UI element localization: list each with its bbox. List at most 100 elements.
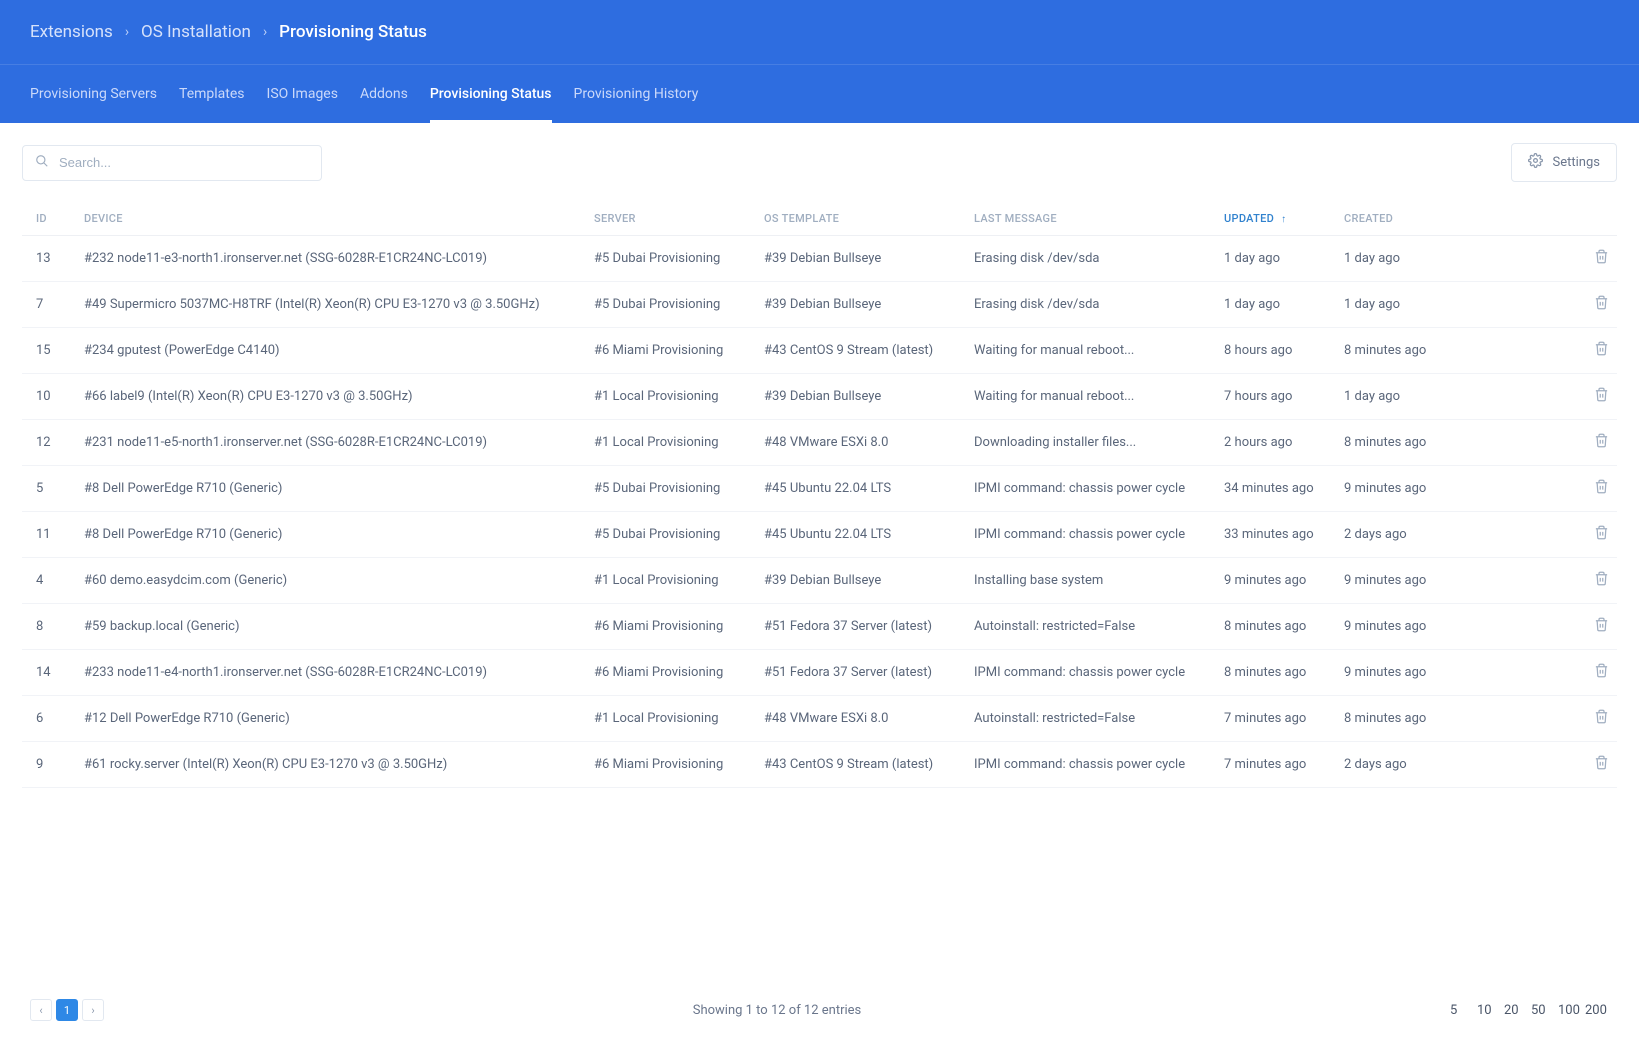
col-actions <box>1470 202 1617 236</box>
cell-device: #49 Supermicro 5037MC-H8TRF (Intel(R) Xe… <box>70 282 580 328</box>
page-size-button[interactable]: 5 <box>1450 1003 1474 1018</box>
cell-created: 9 minutes ago <box>1330 558 1470 604</box>
cell-server: #6 Miami Provisioning <box>580 328 750 374</box>
tab-provisioning-status[interactable]: Provisioning Status <box>430 65 552 123</box>
table-row[interactable]: 8#59 backup.local (Generic)#6 Miami Prov… <box>22 604 1617 650</box>
chevron-right-icon: › <box>263 24 267 40</box>
trash-icon <box>1594 341 1609 360</box>
page-size-button[interactable]: 20 <box>1504 1003 1528 1018</box>
sort-asc-icon: ↑ <box>1281 214 1286 225</box>
table-row[interactable]: 14#233 node11-e4-north1.ironserver.net (… <box>22 650 1617 696</box>
table-row[interactable]: 4#60 demo.easydcim.com (Generic)#1 Local… <box>22 558 1617 604</box>
delete-button[interactable] <box>1594 433 1609 452</box>
delete-button[interactable] <box>1594 341 1609 360</box>
cell-updated: 1 day ago <box>1210 282 1330 328</box>
toolbar: Settings <box>22 143 1617 182</box>
page-prev-button[interactable]: ‹ <box>30 999 52 1021</box>
trash-icon <box>1594 617 1609 636</box>
delete-button[interactable] <box>1594 525 1609 544</box>
table-row[interactable]: 9#61 rocky.server (Intel(R) Xeon(R) CPU … <box>22 742 1617 788</box>
cell-id: 7 <box>22 282 70 328</box>
tab-addons[interactable]: Addons <box>360 65 408 123</box>
delete-button[interactable] <box>1594 571 1609 590</box>
page-size-button[interactable]: 100 <box>1558 1003 1582 1018</box>
col-os-template[interactable]: OS TEMPLATE <box>750 202 960 236</box>
cell-device: #12 Dell PowerEdge R710 (Generic) <box>70 696 580 742</box>
delete-button[interactable] <box>1594 295 1609 314</box>
col-created[interactable]: CREATED <box>1330 202 1470 236</box>
breadcrumb-item[interactable]: Extensions <box>30 22 113 42</box>
cell-id: 13 <box>22 236 70 282</box>
cell-last-message: Autoinstall: restricted=False <box>960 696 1210 742</box>
tab-iso-images[interactable]: ISO Images <box>267 65 338 123</box>
delete-button[interactable] <box>1594 479 1609 498</box>
cell-updated: 34 minutes ago <box>1210 466 1330 512</box>
delete-button[interactable] <box>1594 249 1609 268</box>
search-box[interactable] <box>22 145 322 181</box>
cell-id: 4 <box>22 558 70 604</box>
col-id[interactable]: ID <box>22 202 70 236</box>
table-row[interactable]: 11#8 Dell PowerEdge R710 (Generic)#5 Dub… <box>22 512 1617 558</box>
cell-updated: 7 minutes ago <box>1210 696 1330 742</box>
cell-actions <box>1470 558 1617 604</box>
table-row[interactable]: 12#231 node11-e5-north1.ironserver.net (… <box>22 420 1617 466</box>
trash-icon <box>1594 755 1609 774</box>
cell-last-message: Installing base system <box>960 558 1210 604</box>
page-size-button[interactable]: 10 <box>1477 1003 1501 1018</box>
cell-created: 9 minutes ago <box>1330 650 1470 696</box>
cell-actions <box>1470 374 1617 420</box>
page-size-button[interactable]: 200 <box>1585 1003 1609 1018</box>
cell-server: #1 Local Provisioning <box>580 696 750 742</box>
settings-button[interactable]: Settings <box>1511 143 1617 182</box>
page-number-button[interactable]: 1 <box>56 999 78 1021</box>
cell-device: #59 backup.local (Generic) <box>70 604 580 650</box>
table-row[interactable]: 15#234 gputest (PowerEdge C4140)#6 Miami… <box>22 328 1617 374</box>
cell-created: 1 day ago <box>1330 374 1470 420</box>
cell-device: #234 gputest (PowerEdge C4140) <box>70 328 580 374</box>
col-last-message[interactable]: LAST MESSAGE <box>960 202 1210 236</box>
table-footer: ‹ 1 › Showing 1 to 12 of 12 entries 5102… <box>0 979 1639 1043</box>
settings-label: Settings <box>1553 155 1600 170</box>
cell-os-template: #43 CentOS 9 Stream (latest) <box>750 742 960 788</box>
delete-button[interactable] <box>1594 755 1609 774</box>
trash-icon <box>1594 249 1609 268</box>
tab-templates[interactable]: Templates <box>179 65 245 123</box>
col-server[interactable]: SERVER <box>580 202 750 236</box>
table-row[interactable]: 13#232 node11-e3-north1.ironserver.net (… <box>22 236 1617 282</box>
cell-actions <box>1470 282 1617 328</box>
cell-actions <box>1470 696 1617 742</box>
col-updated[interactable]: UPDATED ↑ <box>1210 202 1330 236</box>
page-size-selector: 5102050100200 <box>1450 1003 1609 1018</box>
cell-updated: 8 hours ago <box>1210 328 1330 374</box>
cell-last-message: IPMI command: chassis power cycle <box>960 466 1210 512</box>
cell-id: 8 <box>22 604 70 650</box>
cell-os-template: #43 CentOS 9 Stream (latest) <box>750 328 960 374</box>
cell-actions <box>1470 512 1617 558</box>
col-device[interactable]: DEVICE <box>70 202 580 236</box>
page-next-button[interactable]: › <box>82 999 104 1021</box>
delete-button[interactable] <box>1594 387 1609 406</box>
cell-last-message: Autoinstall: restricted=False <box>960 604 1210 650</box>
delete-button[interactable] <box>1594 663 1609 682</box>
delete-button[interactable] <box>1594 709 1609 728</box>
table-row[interactable]: 10#66 label9 (Intel(R) Xeon(R) CPU E3-12… <box>22 374 1617 420</box>
cell-device: #8 Dell PowerEdge R710 (Generic) <box>70 466 580 512</box>
table-row[interactable]: 7#49 Supermicro 5037MC-H8TRF (Intel(R) X… <box>22 282 1617 328</box>
page-size-button[interactable]: 50 <box>1531 1003 1555 1018</box>
cell-id: 15 <box>22 328 70 374</box>
cell-updated: 7 hours ago <box>1210 374 1330 420</box>
cell-actions <box>1470 742 1617 788</box>
search-input[interactable] <box>59 155 309 170</box>
col-updated-label: UPDATED <box>1224 212 1274 225</box>
breadcrumb-item[interactable]: OS Installation <box>141 22 251 42</box>
delete-button[interactable] <box>1594 617 1609 636</box>
cell-created: 1 day ago <box>1330 282 1470 328</box>
cell-os-template: #48 VMware ESXi 8.0 <box>750 696 960 742</box>
table-row[interactable]: 5#8 Dell PowerEdge R710 (Generic)#5 Duba… <box>22 466 1617 512</box>
cell-last-message: Waiting for manual reboot... <box>960 328 1210 374</box>
tab-provisioning-servers[interactable]: Provisioning Servers <box>30 65 157 123</box>
cell-actions <box>1470 650 1617 696</box>
table-row[interactable]: 6#12 Dell PowerEdge R710 (Generic)#1 Loc… <box>22 696 1617 742</box>
tab-provisioning-history[interactable]: Provisioning History <box>574 65 699 123</box>
cell-device: #66 label9 (Intel(R) Xeon(R) CPU E3-1270… <box>70 374 580 420</box>
